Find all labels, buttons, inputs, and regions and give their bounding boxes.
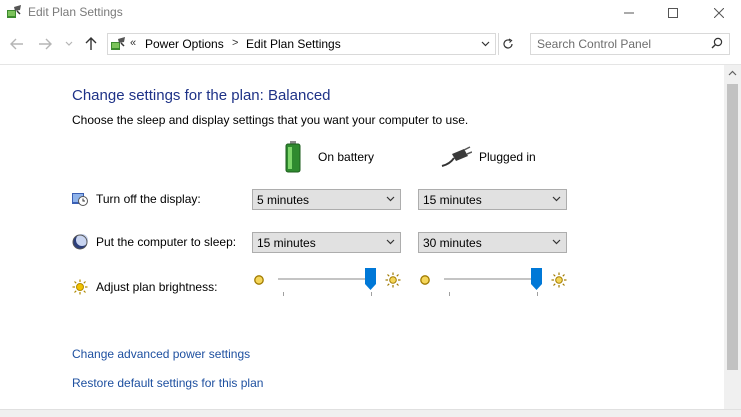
display-battery-select[interactable]: 5 minutes: [252, 189, 401, 210]
display-battery-value: 5 minutes: [257, 193, 310, 207]
dim-brightness-icon: [254, 275, 264, 285]
turn-off-display-label: Turn off the display:: [96, 192, 201, 206]
forward-arrow-icon: [39, 38, 52, 50]
slider-tick-max: [371, 292, 372, 296]
change-advanced-power-settings-link[interactable]: Change advanced power settings: [72, 347, 250, 361]
sleep-plugged-value: 30 minutes: [423, 236, 482, 250]
brightness-battery-slider[interactable]: [276, 268, 376, 296]
forward-button[interactable]: [36, 34, 54, 54]
display-plugged-select[interactable]: 15 minutes: [418, 189, 567, 210]
slider-tick-max: [537, 292, 538, 296]
sleep-moon-icon: [72, 234, 88, 250]
refresh-button[interactable]: [498, 33, 517, 55]
refresh-icon: [503, 38, 513, 49]
slider-tick-min: [449, 292, 450, 296]
power-options-icon: [7, 5, 21, 18]
maximize-button[interactable]: [650, 0, 696, 26]
search-icon[interactable]: [711, 37, 723, 49]
sleep-plugged-select[interactable]: 30 minutes: [418, 232, 567, 253]
breadcrumb-overflow-icon[interactable]: «: [130, 37, 136, 49]
scroll-up-arrow-icon[interactable]: [728, 70, 737, 76]
column-header-on-battery: On battery: [318, 150, 375, 164]
vertical-scrollbar-thumb[interactable]: [727, 84, 738, 370]
brightness-plugged-slider[interactable]: [442, 268, 542, 296]
sleep-battery-value: 15 minutes: [257, 236, 316, 250]
display-plugged-value: 15 minutes: [423, 193, 482, 207]
slider-tick-min: [283, 292, 284, 296]
chevron-down-icon: [386, 239, 395, 245]
up-arrow-icon: [85, 37, 97, 50]
restore-default-settings-link[interactable]: Restore default settings for this plan: [72, 376, 263, 390]
slider-track: [278, 278, 374, 280]
power-plug-icon: [441, 146, 472, 167]
dim-brightness-icon: [420, 275, 430, 285]
close-button[interactable]: [696, 0, 741, 26]
page-description: Choose the sleep and display settings th…: [72, 113, 469, 127]
slider-track: [444, 278, 540, 280]
recent-locations-button[interactable]: [62, 34, 76, 54]
toolbar-divider: [0, 64, 741, 65]
chevron-down-icon: [481, 41, 489, 47]
slider-thumb[interactable]: [365, 268, 376, 290]
chevron-down-icon: [386, 196, 395, 202]
recent-dropdown-icon: [65, 41, 73, 46]
window-title: Edit Plan Settings: [28, 5, 123, 19]
power-options-icon: [111, 37, 125, 50]
slider-thumb[interactable]: [531, 268, 542, 290]
sleep-battery-select[interactable]: 15 minutes: [252, 232, 401, 253]
display-timeout-icon: [72, 193, 88, 206]
close-icon: [714, 8, 724, 18]
maximize-icon: [668, 8, 678, 18]
back-arrow-icon: [10, 38, 23, 50]
brightness-label: Adjust plan brightness:: [96, 280, 218, 294]
up-button[interactable]: [82, 34, 100, 54]
address-bar[interactable]: « Power Options > Edit Plan Settings: [107, 33, 496, 55]
search-input[interactable]: Search Control Panel: [537, 37, 651, 51]
address-history-button[interactable]: [476, 34, 494, 54]
breadcrumb-edit-plan-settings[interactable]: Edit Plan Settings: [246, 37, 341, 51]
brightness-sun-icon: [72, 279, 88, 295]
search-box[interactable]: Search Control Panel: [530, 33, 730, 55]
column-header-plugged-in: Plugged in: [479, 150, 536, 164]
minimize-icon: [624, 12, 634, 14]
chevron-down-icon: [552, 196, 561, 202]
breadcrumb-power-options[interactable]: Power Options: [145, 37, 224, 51]
minimize-button[interactable]: [606, 0, 652, 26]
bright-brightness-icon: [551, 272, 567, 288]
bright-brightness-icon: [385, 272, 401, 288]
breadcrumb-separator[interactable]: >: [232, 37, 238, 49]
back-button[interactable]: [8, 34, 26, 54]
page-title: Change settings for the plan: Balanced: [72, 87, 331, 104]
chevron-down-icon: [552, 239, 561, 245]
sleep-label: Put the computer to sleep:: [96, 235, 237, 249]
battery-icon: [285, 141, 301, 173]
